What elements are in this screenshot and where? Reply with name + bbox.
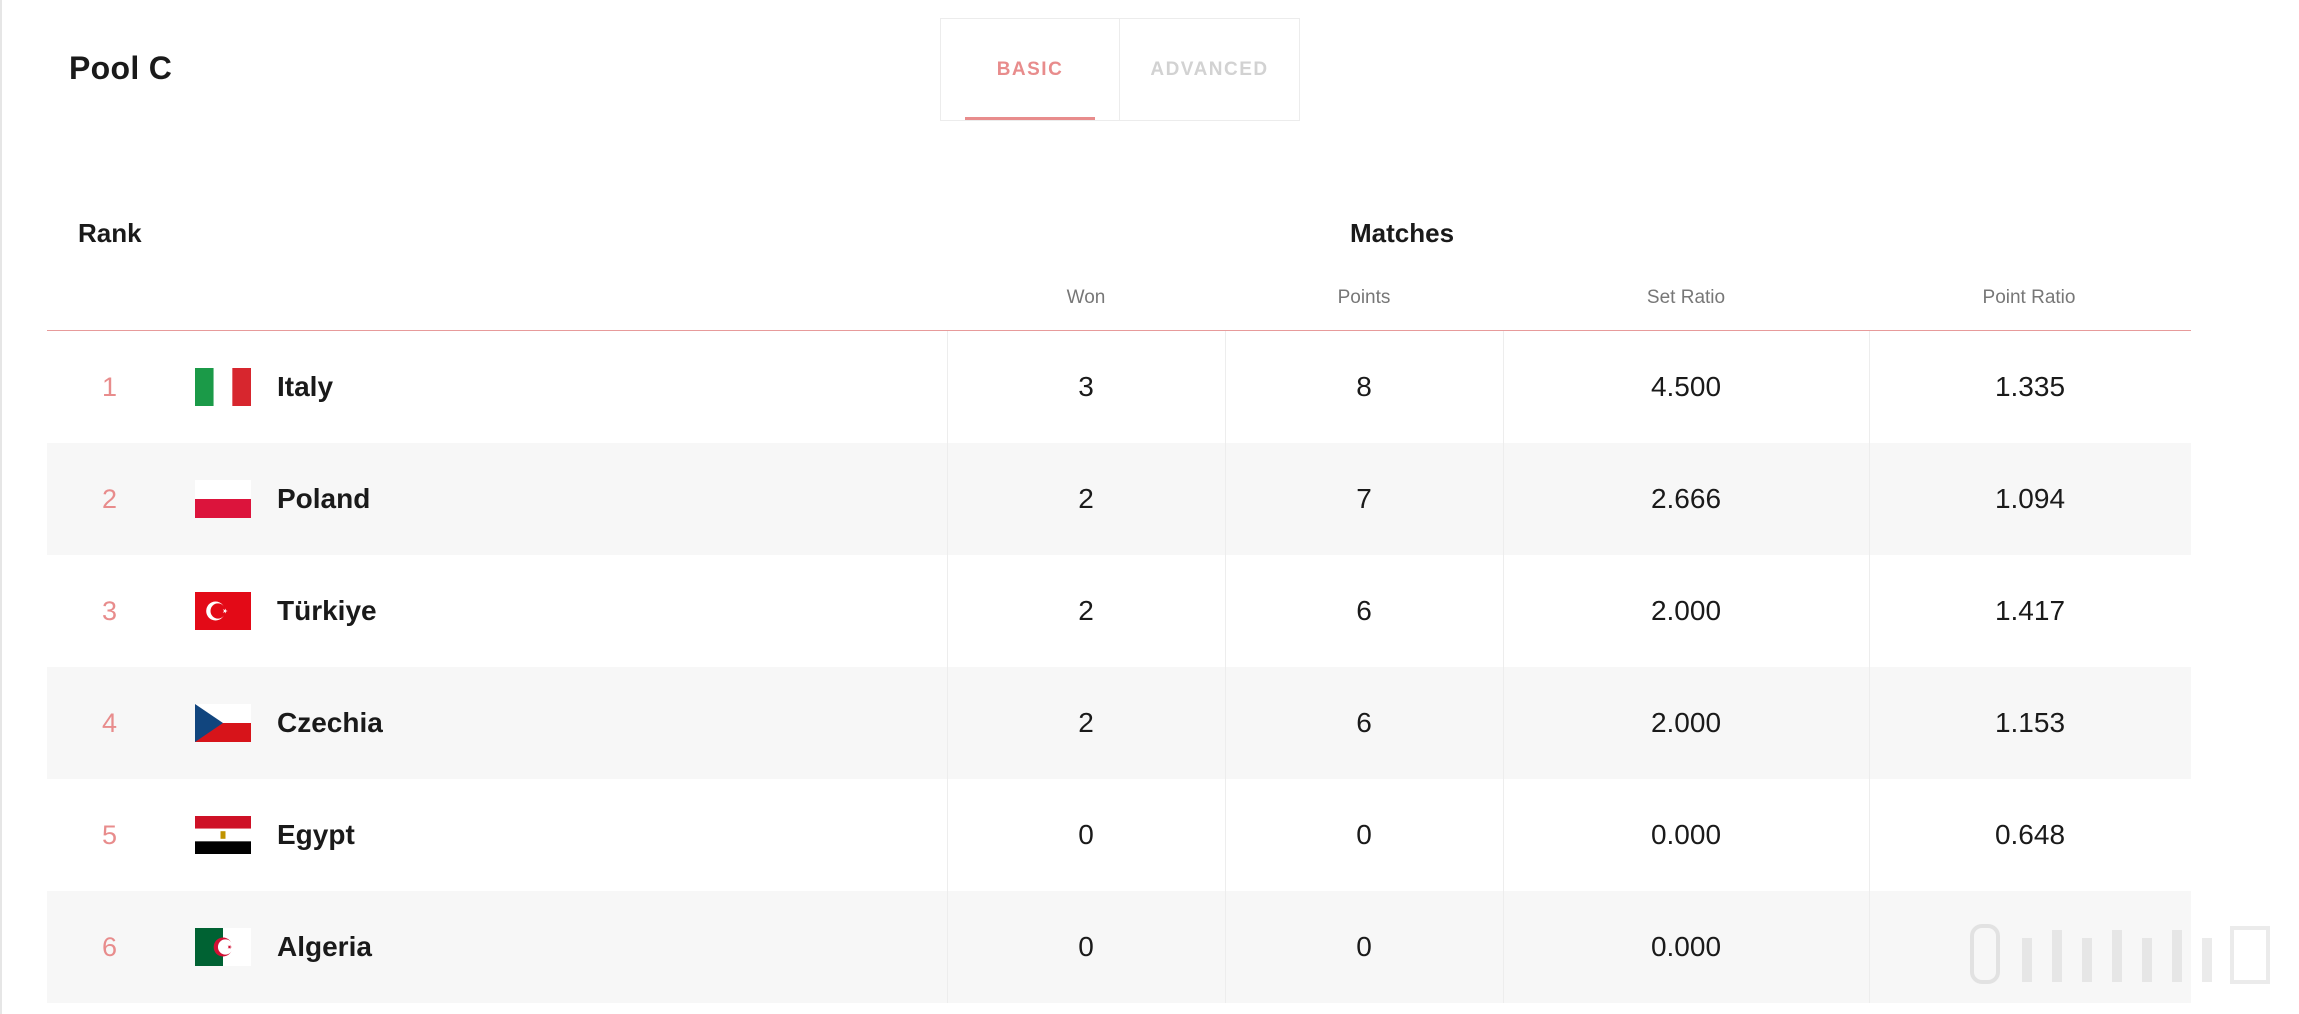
team-name[interactable]: Czechia (277, 667, 383, 779)
column-header-point-ratio: Point Ratio (1982, 287, 2076, 308)
set-ratio-cell: 2.000 (1650, 707, 1722, 738)
pool-title: Pool C (69, 50, 173, 86)
won-cell: 3 (1078, 371, 1094, 402)
column-header-set-ratio: Set Ratio (1646, 287, 1726, 308)
team-name[interactable]: Türkiye (277, 555, 377, 667)
won-cell: 0 (1078, 931, 1094, 962)
won-cell: 2 (1078, 707, 1094, 738)
table-row[interactable]: 4 Czechia 2 6 2.000 1.153 (47, 667, 2191, 779)
tab-bar: BASIC ADVANCED (940, 18, 1300, 121)
italy-flag-icon (195, 368, 251, 406)
set-ratio-cell: 2.666 (1650, 483, 1722, 514)
team-name[interactable]: Egypt (277, 779, 355, 891)
set-ratio-cell: 0.000 (1650, 819, 1722, 850)
point-ratio-cell: 1.153 (1994, 707, 2066, 738)
rank-cell: 3 (101, 595, 118, 626)
column-header-won: Won (1066, 287, 1106, 308)
won-cell: 2 (1078, 483, 1094, 514)
matches-header: Matches (1350, 218, 1455, 248)
rank-cell: 6 (101, 931, 118, 962)
set-ratio-cell: 4.500 (1650, 371, 1722, 402)
points-cell: 7 (1356, 483, 1372, 514)
table-row[interactable]: 6 Algeria 0 0 0.000 (47, 891, 2191, 1003)
set-ratio-cell: 0.000 (1650, 931, 1722, 962)
points-cell: 6 (1356, 595, 1372, 626)
table-row[interactable]: 5 Egypt 0 0 0.000 0.648 (47, 779, 2191, 891)
rank-cell: 5 (101, 819, 118, 850)
rank-cell: 4 (101, 707, 118, 738)
tab-basic[interactable]: BASIC (941, 19, 1120, 120)
team-name[interactable]: Italy (277, 331, 333, 443)
standings-table: 1 Italy 3 8 4.500 1.335 2 Poland 2 7 2.6… (47, 331, 2191, 1003)
table-row[interactable]: 2 Poland 2 7 2.666 1.094 (47, 443, 2191, 555)
point-ratio-cell: 1.417 (1994, 595, 2066, 626)
left-border (0, 0, 2, 1014)
point-ratio-cell: 0.648 (1994, 819, 2066, 850)
rank-cell: 2 (101, 483, 118, 514)
point-ratio-cell: 1.335 (1994, 371, 2066, 402)
table-row[interactable]: 1 Italy 3 8 4.500 1.335 (47, 331, 2191, 443)
set-ratio-cell: 2.000 (1650, 595, 1722, 626)
algeria-flag-icon (195, 928, 251, 966)
team-name[interactable]: Algeria (277, 891, 372, 1003)
points-cell: 0 (1356, 819, 1372, 850)
points-cell: 0 (1356, 931, 1372, 962)
team-name[interactable]: Poland (277, 443, 370, 555)
points-cell: 8 (1356, 371, 1372, 402)
table-row[interactable]: 3 Türkiye 2 6 2.000 1.417 (47, 555, 2191, 667)
poland-flag-icon (195, 480, 251, 518)
column-header-points: Points (1337, 287, 1391, 308)
won-cell: 2 (1078, 595, 1094, 626)
czechia-flag-icon (195, 704, 251, 742)
rank-cell: 1 (101, 371, 118, 402)
points-cell: 6 (1356, 707, 1372, 738)
tab-advanced[interactable]: ADVANCED (1120, 19, 1299, 120)
egypt-flag-icon (195, 816, 251, 854)
won-cell: 0 (1078, 819, 1094, 850)
turkiye-flag-icon (195, 592, 251, 630)
point-ratio-cell: 1.094 (1994, 483, 2066, 514)
rank-header: Rank (78, 218, 142, 248)
watermark-image (1960, 918, 2290, 988)
